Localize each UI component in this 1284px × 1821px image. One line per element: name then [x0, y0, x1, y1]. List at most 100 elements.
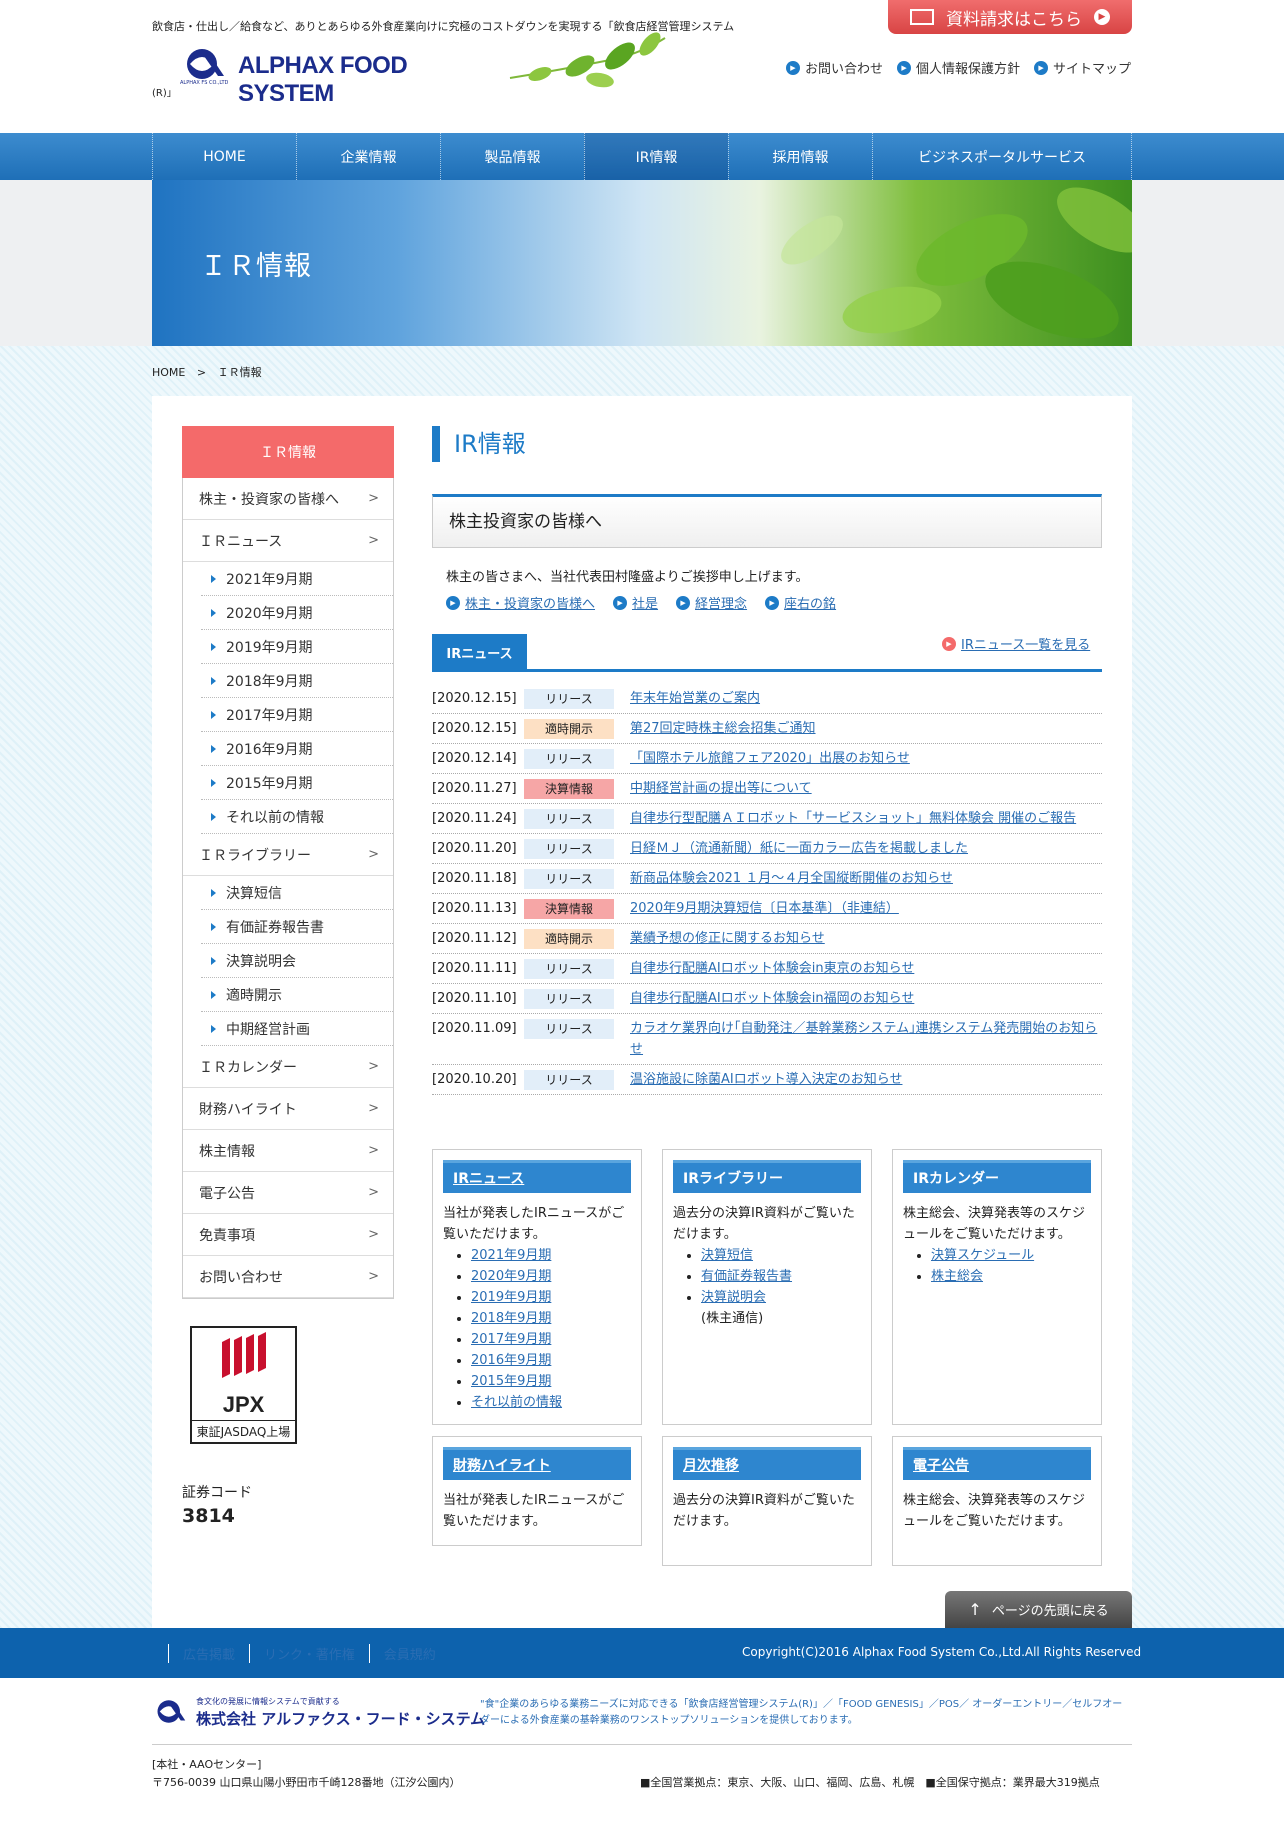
sidebar-item[interactable]: 財務ハイライト > [183, 1088, 393, 1130]
sidebar-subitem[interactable]: 適時開示 [201, 978, 393, 1012]
nav-products[interactable]: 製品情報 [440, 133, 584, 180]
sidebar-item[interactable]: 株主・投資家の皆様へ > [183, 478, 393, 520]
sidebar-subitem[interactable]: 決算短信 [201, 876, 393, 910]
news-row: [2020.11.13] 決算情報 2020年9月期決算短信〔日本基準〕（非連結） [432, 894, 1102, 924]
sidebar-subitem[interactable]: 2019年9月期 [201, 630, 393, 664]
sidebar-item-label: ＩＲニュース [199, 533, 283, 550]
footer-logo[interactable]: 食文化の発展に情報システムで貢献する 株式会社 アルファクス・フード・システム [152, 1696, 485, 1730]
company-logo[interactable]: ALPHAX FOOD SYSTEM ALPHAX FS CO.,LTD [180, 46, 500, 107]
box-heading[interactable]: 電子公告 [903, 1447, 1091, 1480]
box-link[interactable]: 決算短信 [701, 1248, 753, 1263]
sidebar-subitem-label: 2020年9月期 [226, 605, 313, 622]
box-link[interactable]: 2016年9月期 [471, 1353, 551, 1368]
sidebar-item[interactable]: 免責事項 > [183, 1214, 393, 1256]
sidebar-subitem-label: 2015年9月期 [226, 775, 313, 792]
sidebar-subitem[interactable]: 中期経営計画 [201, 1012, 393, 1046]
sidebar-subitem[interactable]: 2017年9月期 [201, 698, 393, 732]
triangle-right-icon [211, 676, 216, 685]
footer-link-copyright[interactable]: リンク・著作権 [249, 1644, 369, 1663]
box-link[interactable]: 2015年9月期 [471, 1374, 551, 1389]
ir-category-box: IRカレンダー株主総会、決算発表等のスケジュールをご覧いただけます。決算スケジュ… [892, 1149, 1102, 1425]
sitemap-link[interactable]: ▶ サイトマップ [1034, 58, 1131, 77]
sidebar-title[interactable]: ＩＲ情報 [182, 426, 394, 478]
footer-link-ads[interactable]: 広告掲載 [168, 1644, 249, 1663]
nav-company[interactable]: 企業情報 [296, 133, 440, 180]
sidebar-item[interactable]: お問い合わせ > [183, 1256, 393, 1298]
request-materials-button[interactable]: 資料請求はこちら ▶ [888, 0, 1132, 34]
box-heading[interactable]: IRライブラリー [673, 1160, 861, 1193]
nav-ir[interactable]: IR情報 [584, 133, 728, 180]
box-link[interactable]: 2018年9月期 [471, 1311, 551, 1326]
news-date: [2020.10.20] [432, 1072, 517, 1087]
news-title-link[interactable]: 日経ＭＪ（流通新聞）紙に一面カラー広告を掲載しました [630, 838, 1102, 859]
link-philosophy[interactable]: ▶ 経営理念 [676, 593, 747, 612]
triangle-right-icon [211, 574, 216, 583]
jpx-badge[interactable]: JPX 東証JASDAQ上場 [190, 1326, 297, 1444]
breadcrumb-home[interactable]: HOME [152, 366, 185, 379]
nav-business-portal[interactable]: ビジネスポータルサービス [872, 133, 1132, 180]
contact-link[interactable]: ▶ お問い合わせ [786, 58, 883, 77]
box-link[interactable]: 2017年9月期 [471, 1332, 551, 1347]
sidebar-subitem[interactable]: 2018年9月期 [201, 664, 393, 698]
link-shareholders[interactable]: ▶ 株主・投資家の皆様へ [446, 593, 595, 612]
box-link[interactable]: 2019年9月期 [471, 1290, 551, 1305]
sidebar-subitem[interactable]: 2016年9月期 [201, 732, 393, 766]
news-category-badge: リリース [524, 689, 614, 709]
sidebar-item[interactable]: ＩＲライブラリー > [183, 834, 393, 876]
news-title-link[interactable]: 温浴施設に除菌AIロボット導入決定のお知らせ [630, 1069, 1102, 1090]
sidebar-subitem[interactable]: 有価証券報告書 [201, 910, 393, 944]
news-title-link[interactable]: 第27回定時株主総会招集ご通知 [630, 718, 1102, 739]
sidebar-subitem[interactable]: 決算説明会 [201, 944, 393, 978]
sidebar-subitem[interactable]: 2021年9月期 [201, 562, 393, 596]
nav-recruit[interactable]: 採用情報 [728, 133, 872, 180]
news-title-link[interactable]: 自律歩行配膳AIロボット体験会in東京のお知らせ [630, 958, 1102, 979]
sidebar-subitem[interactable]: 2020年9月期 [201, 596, 393, 630]
box-link[interactable]: 2020年9月期 [471, 1269, 551, 1284]
news-title-link[interactable]: 自律歩行配膳AIロボット体験会in福岡のお知らせ [630, 988, 1102, 1009]
news-row: [2020.11.11] リリース 自律歩行配膳AIロボット体験会in東京のお知らせ [432, 954, 1102, 984]
footer-link-terms[interactable]: 会員規約 [368, 1644, 450, 1663]
sidebar-subitem[interactable]: 2015年9月期 [201, 766, 393, 800]
triangle-right-icon [211, 642, 216, 651]
page-top-button[interactable]: ↑ ページの先頭に戻る [945, 1591, 1132, 1628]
news-title-link[interactable]: 2020年9月期決算短信〔日本基準〕（非連結） [630, 898, 1102, 919]
news-title-link[interactable]: 新商品体験会2021 １月～４月全国縦断開催のお知らせ [630, 868, 1102, 889]
box-link[interactable]: 株主総会 [931, 1269, 983, 1284]
sidebar-item[interactable]: ＩＲカレンダー > [183, 1046, 393, 1088]
address-title: [本社・AAOセンター] [152, 1758, 262, 1771]
box-link[interactable]: 決算スケジュール [931, 1248, 1034, 1263]
ir-news-tab[interactable]: IRニュース [432, 634, 527, 670]
box-heading[interactable]: 財務ハイライト [443, 1447, 631, 1480]
box-heading[interactable]: IRカレンダー [903, 1160, 1091, 1193]
box-link[interactable]: 決算説明会 [701, 1290, 766, 1305]
privacy-policy-link[interactable]: ▶ 個人情報保護方針 [897, 58, 1020, 77]
news-title-link[interactable]: 「国際ホテル旅館フェア2020」出展のお知らせ [630, 748, 1102, 769]
footer-links: 広告掲載 リンク・著作権 会員規約 [168, 1644, 450, 1663]
sidebar-item[interactable]: ＩＲニュース > [183, 520, 393, 562]
box-link[interactable]: 2021年9月期 [471, 1248, 551, 1263]
sidebar-subitem[interactable]: それ以前の情報 [201, 800, 393, 834]
sidebar-item[interactable]: 株主情報 > [183, 1130, 393, 1172]
box-link[interactable]: 有価証券報告書 [701, 1269, 792, 1284]
news-title-link[interactable]: 業績予想の修正に関するお知らせ [630, 928, 1102, 949]
sidebar-item[interactable]: 電子公告 > [183, 1172, 393, 1214]
news-title-link[interactable]: 中期経営計画の提出等について [630, 778, 1102, 799]
news-title-link[interactable]: 年末年始営業のご案内 [630, 688, 1102, 709]
box-link[interactable]: それ以前の情報 [471, 1395, 562, 1410]
ir-news-divider [432, 669, 1102, 672]
box-list-item: 有価証券報告書 [701, 1266, 861, 1287]
triangle-right-icon [211, 990, 216, 999]
nav-home[interactable]: HOME [152, 133, 296, 180]
news-title-link[interactable]: 自律歩行型配膳ＡＩロボット「サービスショット」無料体験会 開催のご報告 [630, 808, 1102, 829]
news-title-link[interactable]: カラオケ業界向け｢自動発注／基幹業務システム｣連携システム発売開始のお知らせ [630, 1018, 1102, 1060]
link-motto[interactable]: ▶ 社是 [613, 593, 658, 612]
box-heading[interactable]: 月次推移 [673, 1447, 861, 1480]
sidebar-subitem-label: 適時開示 [226, 987, 282, 1004]
box-heading[interactable]: IRニュース [443, 1160, 631, 1193]
ir-news-all-link[interactable]: ▶ IRニュース一覧を見る [942, 634, 1090, 653]
link-favorite-words[interactable]: ▶ 座右の銘 [765, 593, 836, 612]
chevron-right-icon: > [368, 1143, 379, 1158]
alphax-mark-icon [157, 1700, 186, 1723]
sidebar-item-label: お問い合わせ [199, 1269, 283, 1286]
sidebar-item-label: 株主・投資家の皆様へ [199, 491, 339, 508]
